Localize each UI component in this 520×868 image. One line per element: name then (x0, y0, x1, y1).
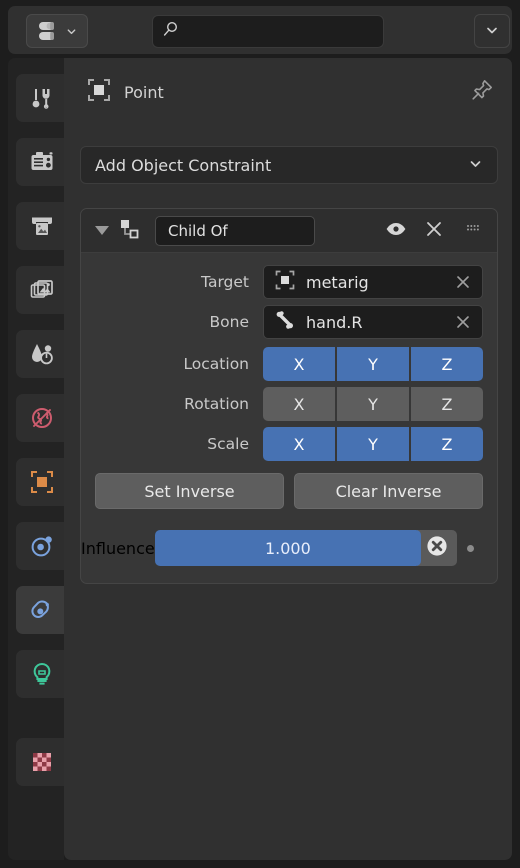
bone-field[interactable]: hand.R (263, 305, 483, 339)
constraint-delete-button[interactable] (419, 216, 449, 246)
object-square-icon (29, 469, 55, 495)
search-icon (162, 21, 179, 42)
sidebar-item-scene[interactable] (16, 330, 68, 378)
set-inverse-button[interactable]: Set Inverse (95, 473, 284, 509)
properties-main-panel: Point Add Object Constraint Child Of Tar… (64, 58, 512, 860)
inverse-button-row: Set Inverse Clear Inverse (81, 467, 497, 509)
scale-toggle-z[interactable]: Z (411, 427, 483, 461)
bone-clear-button[interactable] (452, 314, 474, 330)
sidebar-item-constraints[interactable] (16, 586, 68, 634)
close-x-icon (457, 276, 469, 288)
scale-axis-toggles: X Y Z (263, 427, 483, 461)
rotation-axis-toggles: X Y Z (263, 387, 483, 421)
object-square-icon (274, 269, 296, 295)
triangle-down-icon[interactable] (95, 226, 109, 235)
bone-icon (274, 309, 296, 335)
eye-icon (385, 218, 407, 244)
search-field[interactable] (152, 15, 384, 48)
scale-label: Scale (207, 435, 249, 453)
close-x-icon (424, 219, 444, 243)
chevron-down-icon (468, 156, 483, 175)
sidebar-item-render[interactable] (16, 138, 68, 186)
add-object-constraint-label: Add Object Constraint (95, 155, 272, 175)
decorator-dot-icon (466, 544, 474, 552)
editor-header (8, 6, 512, 54)
images-icon (29, 277, 55, 303)
sidebar-item-world[interactable] (16, 394, 68, 442)
rotation-toggle-z[interactable]: Z (411, 387, 483, 421)
scale-toggle-x[interactable]: X (263, 427, 335, 461)
object-square-icon (86, 77, 112, 107)
sidebar-item-material[interactable] (16, 738, 68, 786)
location-axis-toggles: X Y Z (263, 347, 483, 381)
close-x-icon (457, 316, 469, 328)
rotation-toggle-y[interactable]: Y (337, 387, 409, 421)
constraint-body: Target metarig Bone hand.R Location X Y … (81, 253, 497, 583)
constraint-name-field[interactable]: Child Of (155, 215, 315, 246)
grip-dots-icon (463, 220, 481, 242)
influence-slider[interactable]: 1.000 (154, 530, 421, 566)
properties-editor-icon (37, 20, 63, 42)
pin-button[interactable] (466, 76, 498, 108)
scale-row: Scale X Y Z (81, 427, 497, 461)
target-value: metarig (306, 272, 369, 292)
rotation-label: Rotation (184, 395, 249, 413)
bone-value: hand.R (306, 312, 363, 332)
location-row: Location X Y Z (81, 347, 497, 381)
printer-icon (29, 213, 55, 239)
scale-toggle-y[interactable]: Y (337, 427, 409, 461)
influence-row: Influence 1.000 (81, 529, 497, 567)
sidebar-item-physics[interactable] (16, 522, 68, 570)
properties-editor: Point Add Object Constraint Child Of Tar… (0, 0, 520, 868)
target-row: Target metarig (81, 265, 497, 299)
sidebar-item-view-layer[interactable] (16, 266, 68, 314)
filter-dropdown-button[interactable] (474, 14, 510, 48)
constraint-drag-handle[interactable] (457, 216, 487, 246)
sidebar-item-output[interactable] (16, 202, 68, 250)
bone-row: Bone hand.R (81, 305, 497, 339)
page-title: Point (124, 82, 164, 102)
properties-tab-column (8, 58, 68, 860)
target-field[interactable]: metarig (263, 265, 483, 299)
location-toggle-x[interactable]: X (263, 347, 335, 381)
world-globe-icon (29, 405, 55, 431)
bone-label: Bone (209, 313, 249, 331)
influence-animate-button[interactable] (417, 530, 457, 566)
camera-back-icon (29, 149, 55, 175)
search-input[interactable] (186, 23, 366, 40)
checker-icon (29, 749, 55, 775)
chevron-down-icon (485, 22, 499, 41)
rotation-toggle-x[interactable]: X (263, 387, 335, 421)
target-label: Target (201, 273, 249, 291)
chevron-down-icon (66, 26, 77, 37)
pin-icon (470, 78, 494, 106)
constraint-child-of-icon (117, 217, 141, 245)
constraint-icon (29, 597, 55, 623)
light-bulb-icon (29, 661, 55, 687)
scene-cone-icon (29, 341, 55, 367)
location-toggle-y[interactable]: Y (337, 347, 409, 381)
constraint-visibility-toggle[interactable] (381, 216, 411, 246)
add-object-constraint-dropdown[interactable]: Add Object Constraint (80, 146, 498, 184)
clear-inverse-button[interactable]: Clear Inverse (294, 473, 483, 509)
tool-icon (29, 85, 55, 111)
breadcrumb: Point (86, 76, 164, 108)
rotation-row: Rotation X Y Z (81, 387, 497, 421)
sidebar-item-data-light[interactable] (16, 650, 68, 698)
target-clear-button[interactable] (452, 274, 474, 290)
influence-label: Influence (81, 538, 155, 558)
physics-orbit-icon (29, 533, 55, 559)
constraint-panel-child-of: Child Of Target metarig Bone hand.R Loca… (80, 208, 498, 584)
location-toggle-z[interactable]: Z (411, 347, 483, 381)
editor-type-selector[interactable] (26, 14, 88, 48)
sidebar-item-tool[interactable] (16, 74, 68, 122)
constraint-header[interactable]: Child Of (81, 209, 497, 253)
sidebar-item-object[interactable] (16, 458, 68, 506)
influence-decorator[interactable] (457, 544, 483, 552)
location-label: Location (183, 355, 249, 373)
x-circle-icon (425, 534, 449, 562)
